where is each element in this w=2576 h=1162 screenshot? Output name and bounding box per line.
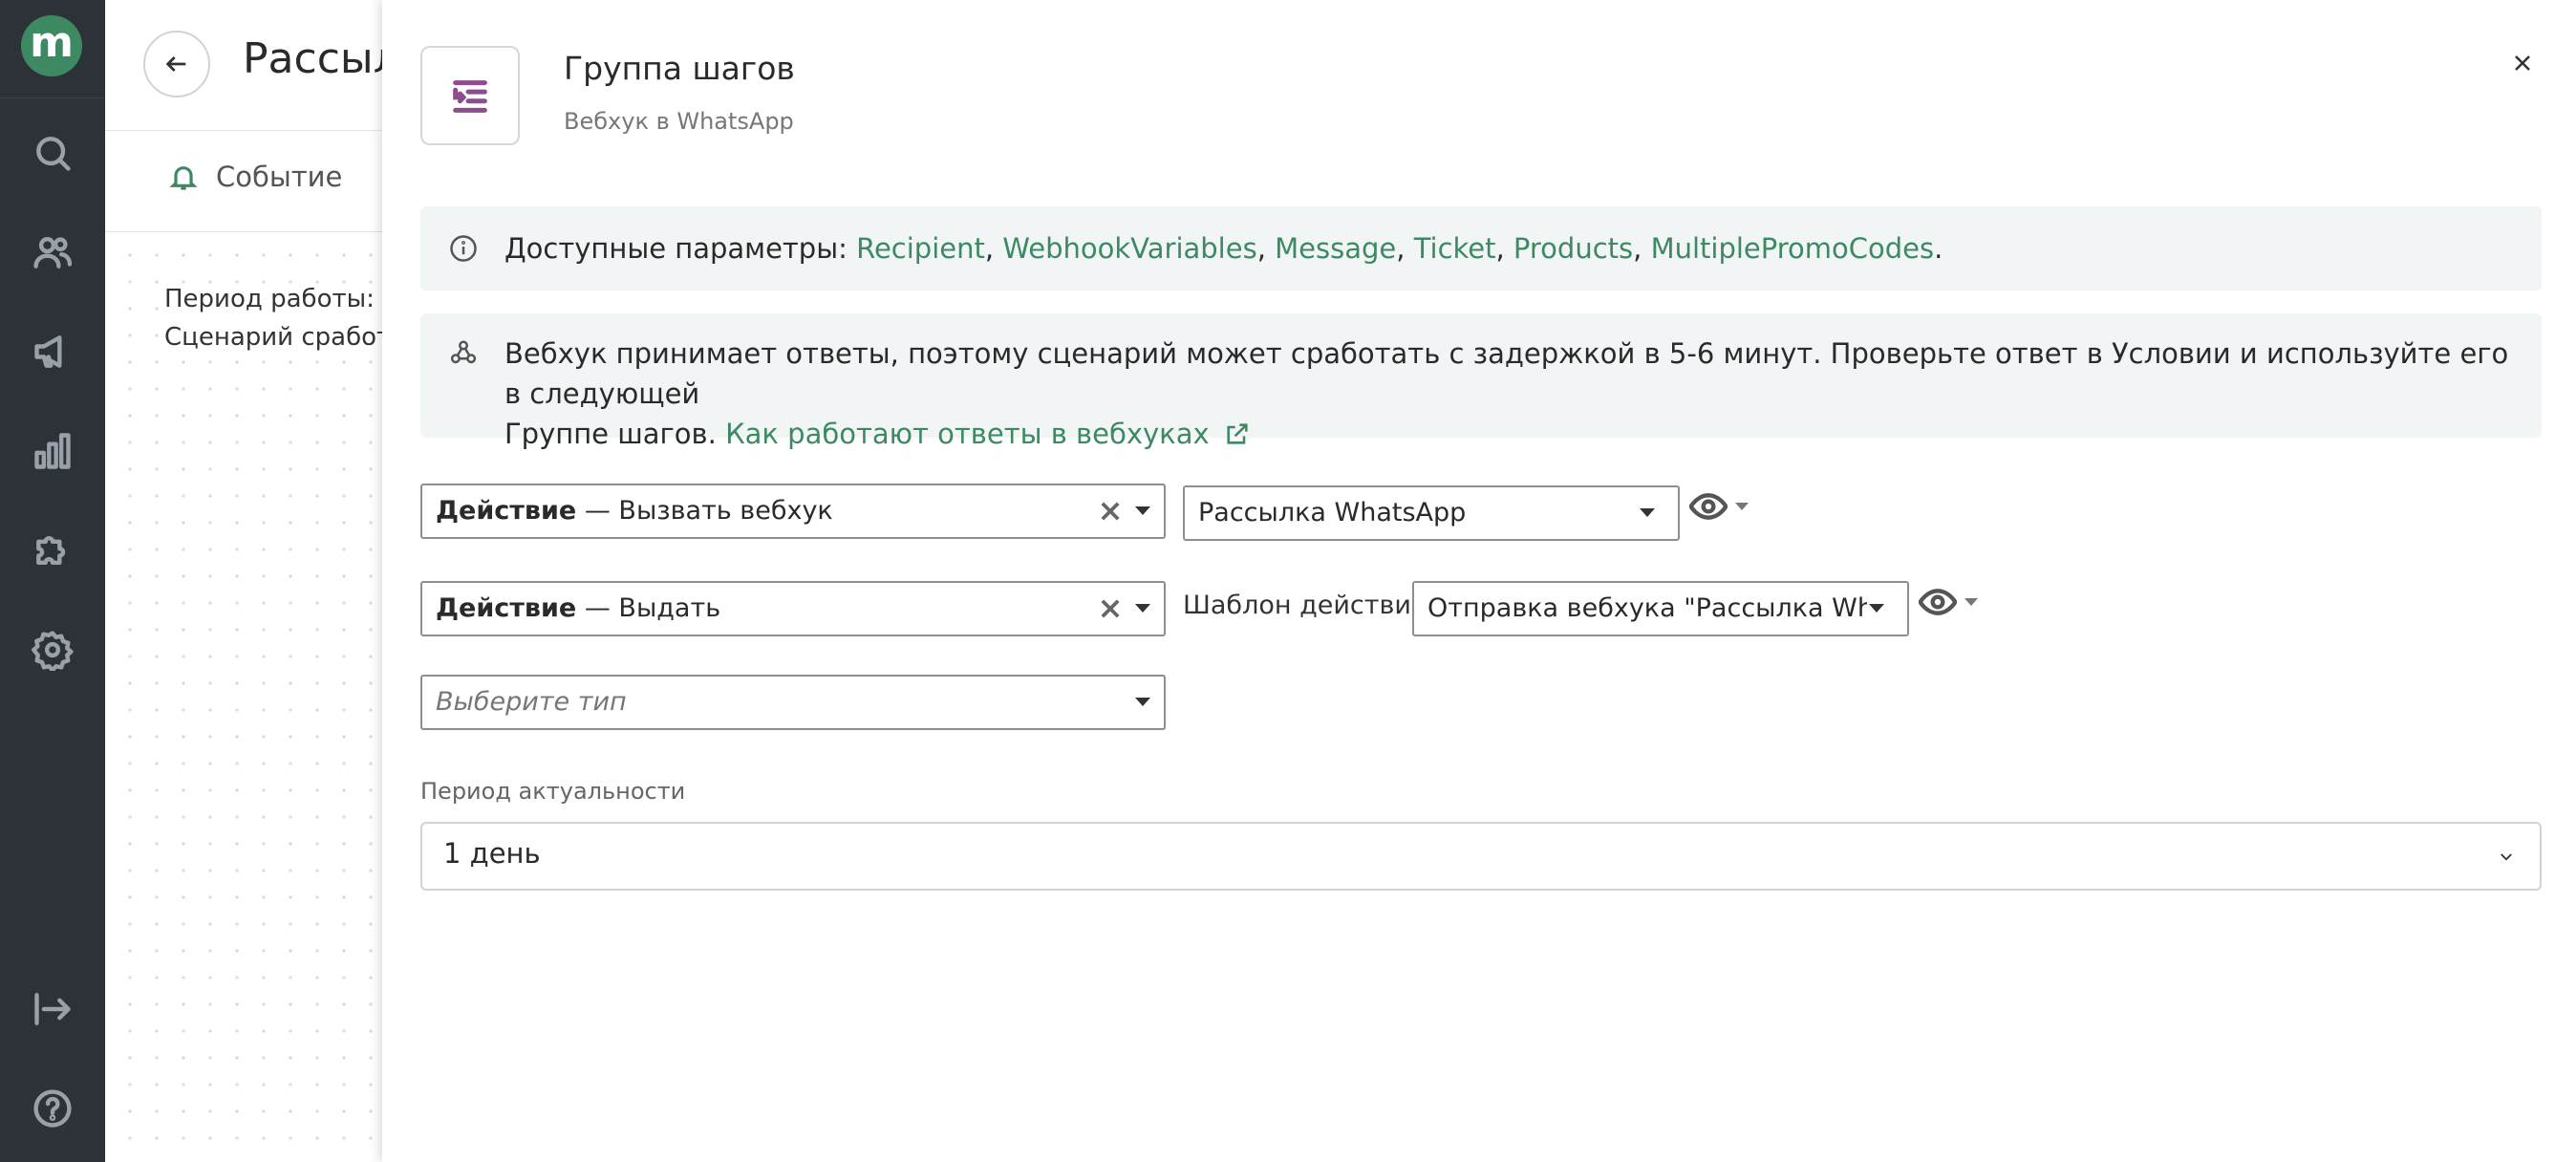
action-select-value: Действие — Вызвать вебхук [436,485,833,537]
caret-down-icon [1735,503,1749,510]
caret-down-icon [1135,698,1150,706]
webhook-response-text: Вебхук принимает ответы, поэтому сценари… [504,334,2511,454]
relevance-period-value: 1 день [443,837,541,870]
caret-down-icon [1135,506,1150,515]
action-select-issue[interactable]: Действие — Выдать [420,581,1166,636]
webhook-help-link-text: Как работают ответы в вебхуках [725,418,1210,450]
caret-down-icon [1869,604,1884,613]
tab-event[interactable]: Событие [168,161,342,193]
param-link-recipient[interactable]: Recipient [856,232,985,265]
action-template-value: Отправка вебхука "Рассылка What... [1428,593,1867,623]
page-title: Рассыл [243,34,382,83]
clear-icon[interactable] [1097,498,1124,525]
action-template-select[interactable]: Отправка вебхука "Рассылка What... [1412,581,1909,636]
rail-divider [0,97,105,98]
arrow-left-icon [165,56,186,72]
help-icon[interactable] [30,1086,75,1131]
action-label: Действие [436,496,577,526]
scenario-trigger-text: Сценарий сработае [164,323,382,352]
webhook-help-link[interactable]: Как работают ответы в вебхуках [725,418,1251,450]
params-end: . [1934,232,1943,265]
chevron-down-icon [2501,853,2512,861]
param-link-message[interactable]: Message [1275,232,1396,265]
available-params-text: Доступные параметры: Recipient, WebhookV… [504,232,1943,265]
relevance-period-label: Период актуальности [420,778,686,805]
type-select-placeholder: Выберите тип [436,687,627,717]
users-icon[interactable] [30,229,75,275]
left-rail: m [0,0,105,1162]
action-value: — Выдать [576,593,721,623]
close-button[interactable] [2505,46,2540,80]
param-link-webhookvariables[interactable]: WebhookVariables [1002,232,1256,265]
preview-template-button[interactable] [1919,583,1978,621]
work-period-text: Период работы: ср [164,285,382,313]
step-group-drawer: Группа шагов Вебхук в WhatsApp Доступные… [382,0,2576,1162]
available-params-notice: Доступные параметры: Recipient, WebhookV… [420,206,2542,290]
eye-icon [1919,589,1957,615]
info-icon [449,234,478,263]
action-label: Действие [436,593,577,623]
params-prefix: Доступные параметры: [504,232,857,265]
caret-down-icon [1640,508,1655,517]
megaphone-icon[interactable] [30,329,75,375]
action-select-call-webhook[interactable]: Действие — Вызвать вебхук [420,484,1166,539]
page-header: Рассыл [105,0,382,131]
close-icon [2515,55,2530,71]
analytics-icon[interactable] [30,428,75,474]
external-link-icon [1227,423,1248,444]
webhook-text-line1: Вебхук принимает ответы, поэтому сценари… [504,337,2509,410]
eye-icon [1689,493,1728,520]
back-button[interactable] [143,31,210,97]
action-select-value: Действие — Выдать [436,583,720,635]
puzzle-icon[interactable] [30,527,75,573]
param-link-multiplepromocodes[interactable]: MultiplePromoCodes [1651,232,1935,265]
webhook-icon [449,338,478,367]
webhook-select-value: Рассылка WhatsApp [1198,498,1467,527]
scenario-canvas[interactable] [105,232,382,1162]
background-page: Рассыл Событие Период работы: ср Сценари… [105,0,382,1162]
collapse-sidebar-icon[interactable] [30,986,75,1032]
webhook-text-line2: Группе шагов. [504,418,726,450]
search-icon[interactable] [30,130,75,176]
step-group-icon [420,46,520,145]
logo[interactable]: m [21,15,82,76]
clear-icon[interactable] [1097,595,1124,622]
page-tabs: Событие [105,130,382,232]
caret-down-icon [1964,598,1978,606]
action-template-label: Шаблон действия [1183,591,1428,620]
tab-event-label: Событие [216,161,343,193]
drawer-title: Группа шагов [564,50,795,87]
caret-down-icon [1135,604,1150,613]
action-value: — Вызвать вебхук [576,496,833,526]
param-link-ticket[interactable]: Ticket [1414,232,1496,265]
drawer-subtitle: Вебхук в WhatsApp [564,108,794,135]
relevance-period-select[interactable]: 1 день [420,822,2542,891]
type-select[interactable]: Выберите тип [420,675,1166,730]
param-link-products[interactable]: Products [1513,232,1633,265]
bell-icon [169,166,198,190]
webhook-response-notice: Вебхук принимает ответы, поэтому сценари… [420,313,2542,450]
settings-gear-icon[interactable] [30,627,75,673]
preview-webhook-button[interactable] [1689,487,1749,526]
webhook-select[interactable]: Рассылка WhatsApp [1183,485,1680,541]
